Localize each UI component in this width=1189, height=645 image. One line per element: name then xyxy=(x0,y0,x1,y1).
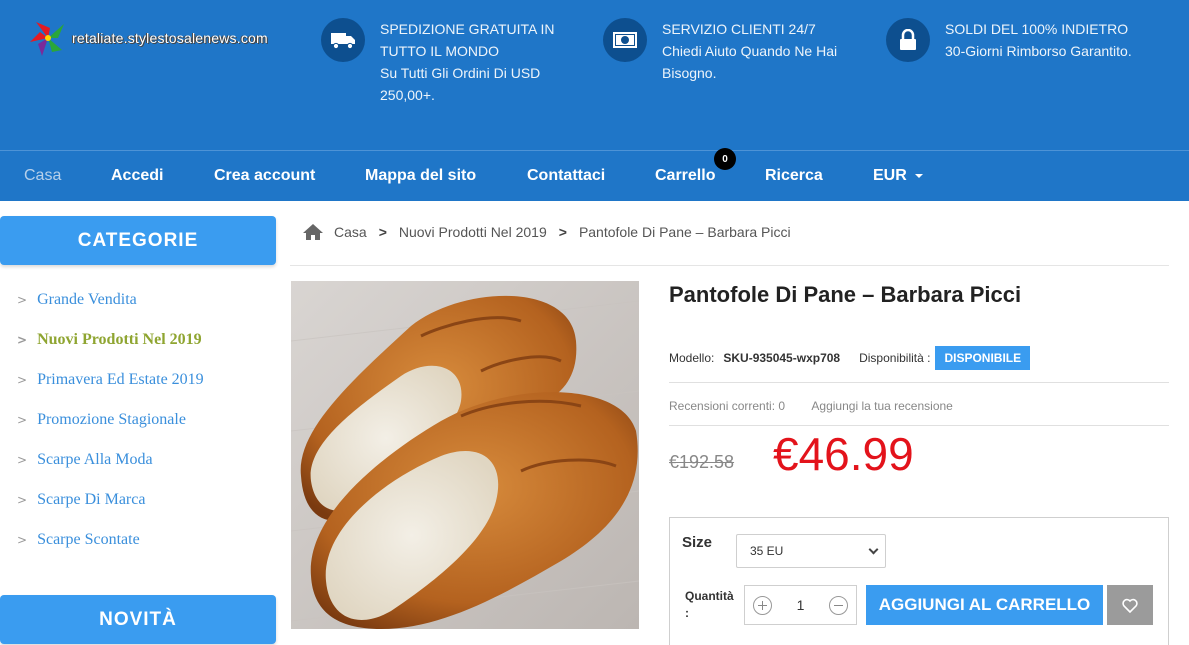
purchase-options: Size 35 EU Quantità : 1 AGGIUNGI AL CARR… xyxy=(669,517,1169,645)
feature-shipping-text: Su Tutti Gli Ordini Di USD 250,00+. xyxy=(380,65,541,103)
product-title: Pantofole Di Pane – Barbara Picci xyxy=(669,282,1022,307)
quantity-stepper: 1 xyxy=(744,585,857,625)
add-review-link[interactable]: Aggiungi la tua recensione xyxy=(811,399,952,413)
feature-refund-title: SOLDI DEL 100% INDIETRO xyxy=(945,21,1129,37)
currency-label: EUR xyxy=(873,167,907,184)
chevron-right-icon: > xyxy=(17,413,28,427)
flower-logo-icon xyxy=(30,22,64,56)
heart-icon xyxy=(1122,598,1138,613)
chevron-right-icon: > xyxy=(17,293,28,307)
model-label: Modello: xyxy=(669,351,715,365)
availability-badge: DISPONIBILE xyxy=(935,346,1031,370)
nav-cart[interactable]: Carrello xyxy=(655,167,715,185)
wishlist-button[interactable] xyxy=(1107,585,1153,625)
minus-icon[interactable] xyxy=(828,595,848,615)
category-item[interactable]: > Primavera Ed Estate 2019 xyxy=(0,360,276,400)
home-icon[interactable] xyxy=(302,223,324,241)
feature-refund: SOLDI DEL 100% INDIETRO 30-Giorni Rimbor… xyxy=(886,18,1166,62)
chevron-right-icon: > xyxy=(17,493,28,507)
money-icon xyxy=(603,18,647,62)
reviews-count: Recensioni correnti: 0 xyxy=(669,399,786,413)
chevron-right-icon: > xyxy=(17,373,28,387)
main-nav: Casa Accedi Crea account Mappa del sito … xyxy=(0,148,1189,201)
cart-count-badge: 0 xyxy=(714,148,736,170)
divider xyxy=(669,425,1169,426)
caret-down-icon xyxy=(914,173,923,178)
feature-support-text: Chiedi Aiuto Quando Ne Hai Bisogno. xyxy=(662,43,838,81)
nav-contact[interactable]: Contattaci xyxy=(527,167,605,185)
category-item[interactable]: > Nuovi Prodotti Nel 2019 xyxy=(0,320,276,360)
nav-search[interactable]: Ricerca xyxy=(765,167,823,185)
new-products-header: NOVITÀ xyxy=(0,595,276,644)
feature-support-title: SERVIZIO CLIENTI 24/7 xyxy=(662,21,816,37)
category-item[interactable]: > Scarpe Scontate xyxy=(0,520,276,560)
plus-icon[interactable] xyxy=(753,595,772,615)
product-image[interactable] xyxy=(291,281,639,629)
feature-refund-text: 30-Giorni Rimborso Garantito. xyxy=(945,43,1132,59)
lock-icon xyxy=(886,18,930,62)
model-value: SKU-935045-wxp708 xyxy=(723,351,841,365)
truck-icon xyxy=(321,18,365,62)
size-label: Size xyxy=(682,534,713,551)
availability-label: Disponibilità : xyxy=(859,351,931,365)
reviews-row: Recensioni correnti: 0 Aggiungi la tua r… xyxy=(669,399,953,413)
site-logo[interactable]: retaliate.stylestosalenews.com xyxy=(28,18,268,58)
breadcrumb-current: Pantofole Di Pane – Barbara Picci xyxy=(578,224,791,240)
category-item[interactable]: > Grande Vendita xyxy=(0,280,276,320)
chevron-right-icon: > xyxy=(17,533,28,547)
divider xyxy=(669,382,1169,383)
feature-shipping-title: SPEDIZIONE GRATUITA IN TUTTO IL MONDO xyxy=(380,21,555,59)
category-item[interactable]: > Promozione Stagionale xyxy=(0,400,276,440)
size-select[interactable]: 35 EU xyxy=(736,534,886,568)
breadcrumb-home[interactable]: Casa xyxy=(334,224,367,240)
nav-create-account[interactable]: Crea account xyxy=(214,167,315,185)
product-meta: Modello: SKU-935045-wxp708 Disponibilità… xyxy=(669,346,1031,370)
feature-shipping: SPEDIZIONE GRATUITA IN TUTTO IL MONDO Su… xyxy=(321,18,581,106)
breadcrumb-category[interactable]: Nuovi Prodotti Nel 2019 xyxy=(399,224,547,240)
quantity-input[interactable]: 1 xyxy=(797,597,805,613)
old-price: €192.58 xyxy=(669,452,735,472)
nav-login[interactable]: Accedi xyxy=(111,167,163,185)
chevron-down-icon xyxy=(868,544,879,555)
nav-home[interactable]: Casa xyxy=(24,167,61,185)
divider xyxy=(290,265,1169,266)
chevron-right-icon: > xyxy=(17,453,28,467)
sale-price: €46.99 xyxy=(773,428,914,480)
categories-header: CATEGORIE xyxy=(0,216,276,265)
breadcrumb: Casa > Nuovi Prodotti Nel 2019 > Pantofo… xyxy=(302,223,791,241)
quantity-label: Quantità : xyxy=(685,589,734,620)
size-selected-value: 35 EU xyxy=(750,544,784,558)
category-item[interactable]: > Scarpe Alla Moda xyxy=(0,440,276,480)
category-list: > Grande Vendita > Nuovi Prodotti Nel 2019… xyxy=(0,280,276,560)
logo-text: retaliate.stylestosalenews.com xyxy=(72,30,268,46)
add-to-cart-button[interactable]: AGGIUNGI AL CARRELLO xyxy=(866,585,1103,625)
category-item[interactable]: > Scarpe Di Marca xyxy=(0,480,276,520)
feature-support: SERVIZIO CLIENTI 24/7 Chiedi Aiuto Quand… xyxy=(603,18,863,84)
chevron-right-icon: > xyxy=(17,333,28,347)
top-header: retaliate.stylestosalenews.com SPEDIZION… xyxy=(0,0,1189,150)
nav-sitemap[interactable]: Mappa del sito xyxy=(365,167,476,185)
currency-dropdown[interactable]: EUR xyxy=(873,167,923,185)
